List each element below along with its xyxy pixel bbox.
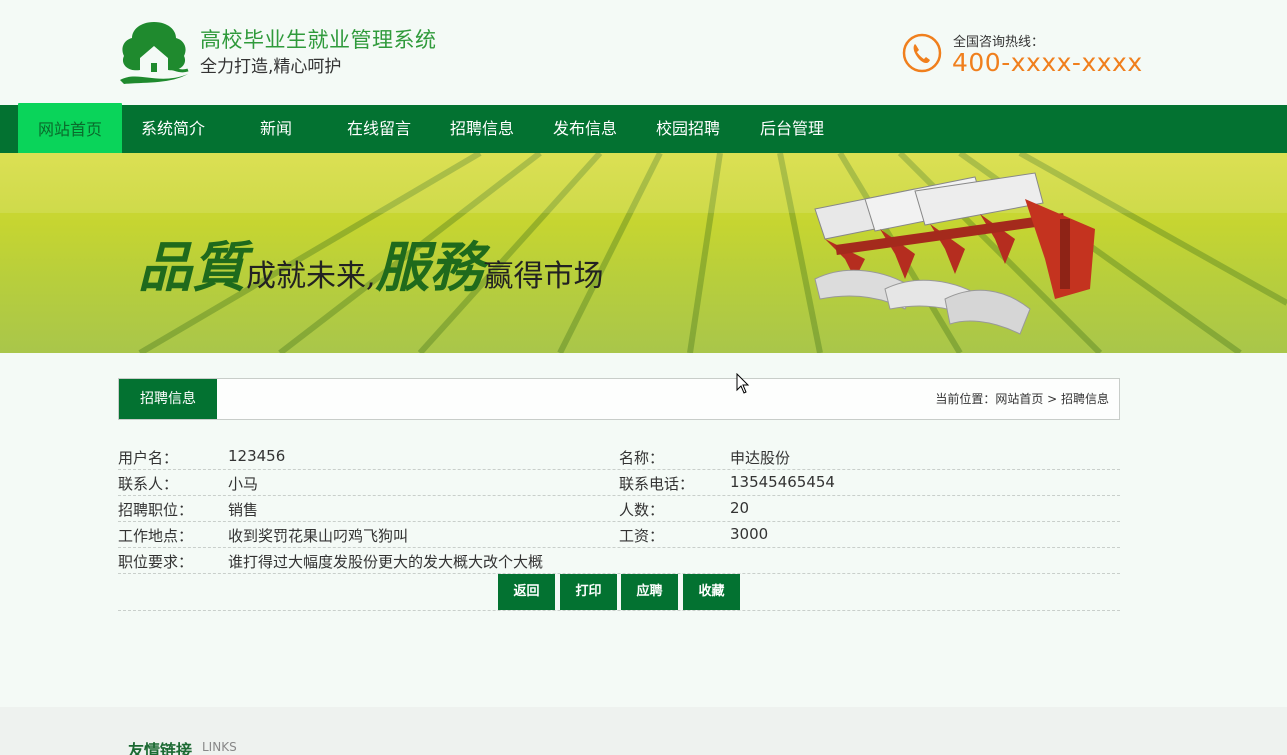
nav-item-jobs[interactable]: 招聘信息: [430, 105, 534, 153]
nav-item-message[interactable]: 在线留言: [328, 105, 430, 153]
table-row: 联系人： 小马 联系电话： 13545465454: [118, 470, 1120, 496]
job-detail-table: 用户名： 123456 名称： 申达股份 联系人： 小马 联系电话： 13545…: [118, 444, 1120, 574]
label-location: 工作地点：: [118, 527, 194, 545]
hotline-number: 400-xxxx-xxxx: [952, 48, 1143, 77]
label-salary: 工资：: [619, 527, 665, 545]
banner-slogan: 品質成就未来,服務赢得市场: [138, 223, 604, 302]
table-row: 用户名： 123456 名称： 申达股份: [118, 444, 1120, 470]
hero-banner: 品質成就未来,服務赢得市场: [0, 153, 1287, 353]
label-position: 招聘职位：: [118, 501, 194, 519]
value-location: 收到奖罚花果山叼鸡飞狗叫: [228, 527, 409, 545]
nav-item-publish[interactable]: 发布信息: [534, 105, 636, 153]
label-company: 名称：: [619, 449, 665, 467]
site-title: 高校毕业生就业管理系统: [200, 28, 437, 52]
plough-machine-icon: [814, 172, 1095, 335]
value-salary: 3000: [730, 525, 769, 543]
action-buttons-row: 返回 打印 应聘 收藏: [118, 574, 1120, 611]
house-tree-logo-icon: [120, 22, 189, 84]
value-position: 销售: [228, 501, 259, 519]
value-requirements: 谁打得过大幅度发股份更大的发大概大改个大概: [228, 553, 544, 571]
back-button[interactable]: 返回: [498, 574, 555, 610]
label-headcount: 人数：: [619, 501, 665, 519]
value-headcount: 20: [730, 499, 750, 517]
mouse-cursor-icon: [736, 373, 750, 394]
label-username: 用户名：: [118, 449, 179, 467]
nav-item-admin[interactable]: 后台管理: [740, 105, 844, 153]
print-button[interactable]: 打印: [560, 574, 617, 610]
apply-button[interactable]: 应聘: [621, 574, 678, 610]
label-phone: 联系电话：: [619, 475, 695, 493]
nav-item-campus[interactable]: 校园招聘: [636, 105, 740, 153]
section-tab-jobs[interactable]: 招聘信息: [119, 379, 217, 419]
value-username: 123456: [228, 447, 286, 465]
breadcrumb: 当前位置：网站首页 > 招聘信息: [935, 392, 1109, 406]
label-requirements: 职位要求：: [118, 553, 194, 571]
value-company: 申达股份: [730, 449, 791, 467]
value-contact: 小马: [228, 475, 259, 493]
footer-links-section: 友情链接 LINKS: [0, 707, 1287, 755]
links-title: 友情链接: [128, 741, 193, 755]
main-nav: 网站首页 系统简介 新闻 在线留言 招聘信息 发布信息 校园招聘 后台管理: [0, 103, 1287, 155]
value-phone: 13545465454: [730, 473, 835, 491]
banner-text-quality: 品質: [138, 235, 246, 299]
banner-text-service: 服務: [375, 235, 484, 299]
site-slogan: 全力打造,精心呵护: [200, 57, 342, 77]
favorite-button[interactable]: 收藏: [683, 574, 740, 610]
label-contact: 联系人：: [118, 475, 179, 493]
site-header: 高校毕业生就业管理系统 全力打造,精心呵护 全国咨询热线： 400-xxxx-x…: [0, 0, 1287, 105]
table-row: 职位要求： 谁打得过大幅度发股份更大的发大概大改个大概: [118, 548, 1120, 574]
phone-icon: [902, 33, 942, 73]
section-header-bar: 招聘信息 当前位置：网站首页 > 招聘信息: [118, 378, 1120, 420]
nav-item-intro[interactable]: 系统简介: [122, 105, 224, 153]
links-subtitle: LINKS: [202, 740, 237, 754]
banner-text-future: 成就未来,: [246, 259, 376, 294]
nav-item-news[interactable]: 新闻: [224, 105, 328, 153]
table-row: 工作地点： 收到奖罚花果山叼鸡飞狗叫 工资： 3000: [118, 522, 1120, 548]
nav-item-home[interactable]: 网站首页: [18, 103, 122, 155]
banner-text-market: 赢得市场: [483, 259, 604, 294]
table-row: 招聘职位： 销售 人数： 20: [118, 496, 1120, 522]
